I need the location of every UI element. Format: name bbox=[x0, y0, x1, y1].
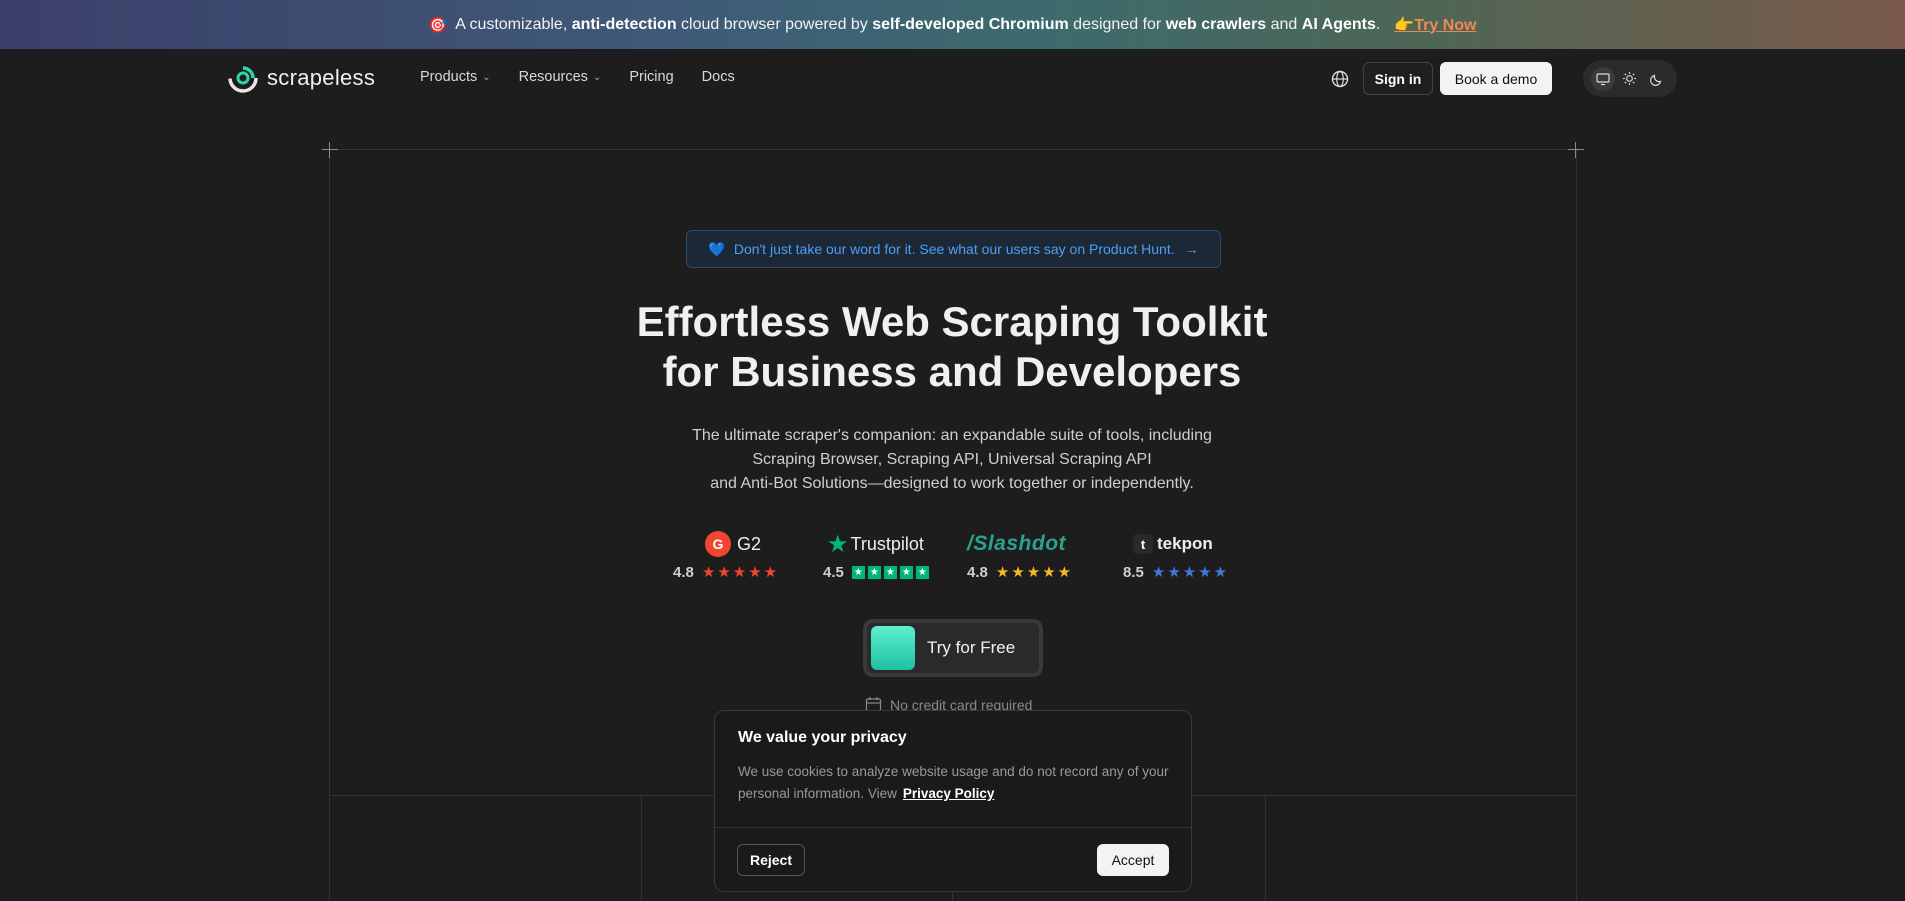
nav-products[interactable]: Products ⌄ bbox=[420, 69, 491, 85]
rating-g2[interactable]: G G2 4.8 ★ ★ ★ ★ ★ bbox=[673, 530, 777, 581]
g2-logo-icon: G bbox=[705, 531, 731, 557]
rating-tekpon[interactable]: t tekpon 8.5 ★ ★ ★ ★ ★ bbox=[1123, 530, 1227, 581]
star-icon: ★ bbox=[1026, 564, 1041, 581]
frame-top-line bbox=[329, 149, 1576, 150]
corner-plus-icon bbox=[1568, 142, 1584, 158]
star-rating: ★ ★ ★ ★ ★ bbox=[702, 565, 777, 580]
frame-col-line bbox=[641, 795, 642, 901]
rating-slashdot[interactable]: /Slashdot 4.8 ★ ★ ★ ★ ★ bbox=[967, 530, 1071, 581]
accept-button[interactable]: Accept bbox=[1097, 844, 1169, 876]
try-for-free-button[interactable]: Try for Free bbox=[863, 619, 1043, 677]
theme-toggle bbox=[1583, 60, 1677, 97]
scrapeless-logo-icon bbox=[228, 63, 258, 93]
star-icon: ★ bbox=[851, 566, 865, 579]
privacy-policy-link[interactable]: Privacy Policy bbox=[903, 786, 995, 801]
star-icon: ★ bbox=[1042, 564, 1056, 581]
frame-right-line bbox=[1576, 149, 1577, 901]
globe-icon[interactable] bbox=[1330, 69, 1350, 89]
logo[interactable]: scrapeless bbox=[228, 63, 375, 93]
star-icon: ★ bbox=[732, 564, 747, 581]
light-theme-button[interactable] bbox=[1618, 67, 1642, 91]
product-hunt-pill[interactable]: 💙 Don't just take our word for it. See w… bbox=[686, 230, 1221, 268]
star-icon: ★ bbox=[763, 564, 778, 581]
top-nav: scrapeless Products ⌄ Resources ⌄ Pricing … bbox=[0, 49, 1905, 109]
nav-links: Products ⌄ Resources ⌄ Pricing Docs bbox=[420, 69, 763, 85]
ratings-row: G G2 4.8 ★ ★ ★ ★ ★ ★ Trustpilot 4.5 ★ ★ ★ ★ ★ /S… bbox=[0, 530, 1905, 590]
star-icon: ★ bbox=[1167, 564, 1181, 581]
rating-score: 4.5 bbox=[823, 564, 844, 581]
logo-text: scrapeless bbox=[267, 65, 376, 90]
pill-text: Don't just take our word for it. See wha… bbox=[733, 241, 1175, 257]
tekpon-logo-icon: t bbox=[1133, 534, 1153, 554]
cta-label: Try for Free bbox=[927, 638, 1016, 657]
system-theme-button[interactable] bbox=[1590, 66, 1615, 91]
nav-docs[interactable]: Docs bbox=[702, 69, 735, 85]
trustpilot-star-icon: ★ bbox=[827, 530, 849, 558]
star-rating: ★ ★ ★ ★ ★ bbox=[851, 566, 930, 579]
star-icon: ★ bbox=[1182, 564, 1197, 581]
hero-subtitle: The ultimate scraper's companion: an exp… bbox=[692, 427, 1212, 492]
star-rating: ★ ★ ★ ★ ★ bbox=[1152, 565, 1227, 580]
moon-icon bbox=[1650, 74, 1662, 86]
rating-score: 8.5 bbox=[1123, 564, 1144, 581]
star-icon: ★ bbox=[1057, 564, 1072, 581]
svg-text:G: G bbox=[713, 536, 724, 552]
star-icon: ★ bbox=[867, 566, 881, 579]
blue-heart-icon: 💙 bbox=[708, 240, 726, 257]
star-icon: ★ bbox=[748, 564, 762, 581]
slashdot-logo: /Slashdot bbox=[967, 532, 1067, 555]
rating-score: 4.8 bbox=[673, 564, 694, 581]
arrow-right-icon: → bbox=[1184, 241, 1199, 257]
star-icon: ★ bbox=[995, 564, 1010, 581]
cookie-consent-dialog: We value your privacy We use cookies to … bbox=[714, 710, 1192, 892]
banner-text: A customizable, anti-detection cloud bro… bbox=[455, 15, 1381, 33]
page-title: Effortless Web Scraping Toolkit for Busi… bbox=[636, 298, 1268, 395]
nav-pricing[interactable]: Pricing bbox=[629, 69, 673, 85]
rating-trustpilot[interactable]: ★ Trustpilot 4.5 ★ ★ ★ ★ ★ bbox=[823, 530, 930, 581]
star-icon: ★ bbox=[1213, 564, 1228, 581]
star-icon: ★ bbox=[1011, 564, 1025, 581]
star-rating: ★ ★ ★ ★ ★ bbox=[996, 565, 1071, 580]
divider bbox=[715, 827, 1191, 828]
dark-theme-button[interactable] bbox=[1645, 67, 1669, 91]
pointing-hand-icon: 👉 bbox=[1394, 16, 1415, 34]
frame-left-line bbox=[329, 149, 330, 901]
announcement-banner: 🎯 A customizable, anti-detection cloud b… bbox=[0, 0, 1905, 49]
frame-col-line bbox=[1265, 795, 1266, 901]
monitor-icon bbox=[1596, 72, 1610, 85]
star-icon: ★ bbox=[915, 566, 929, 579]
rating-score: 4.8 bbox=[967, 564, 988, 581]
sign-in-button[interactable]: Sign in bbox=[1363, 62, 1433, 95]
star-icon: ★ bbox=[717, 564, 731, 581]
try-now-link[interactable]: 👉Try Now bbox=[1394, 15, 1476, 35]
reject-button[interactable]: Reject bbox=[737, 844, 805, 876]
chevron-down-icon: ⌄ bbox=[592, 71, 602, 83]
cookie-title: We value your privacy bbox=[738, 729, 907, 746]
star-icon: ★ bbox=[1198, 564, 1212, 581]
nav-resources[interactable]: Resources ⌄ bbox=[519, 69, 602, 85]
book-demo-button[interactable]: Book a demo bbox=[1440, 62, 1552, 95]
chevron-down-icon: ⌄ bbox=[482, 71, 491, 83]
cookie-body: We use cookies to analyze website usage … bbox=[738, 764, 1169, 801]
star-icon: ★ bbox=[899, 566, 913, 579]
star-icon: ★ bbox=[1151, 564, 1166, 581]
star-icon: ★ bbox=[883, 566, 897, 579]
cta-accent-square bbox=[871, 626, 915, 670]
target-emoji-icon: 🎯 bbox=[428, 16, 448, 34]
sun-icon bbox=[1623, 71, 1637, 86]
star-icon: ★ bbox=[701, 564, 716, 581]
corner-plus-icon bbox=[322, 142, 338, 158]
